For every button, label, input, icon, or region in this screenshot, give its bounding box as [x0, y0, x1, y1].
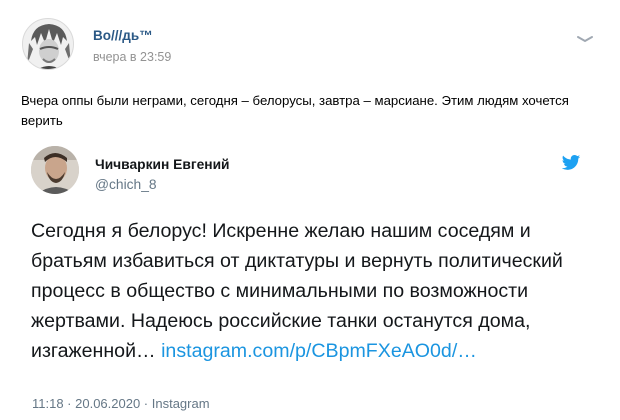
author-avatar[interactable]	[22, 18, 74, 70]
post-text: Вчера оппы были неграми, сегодня – белор…	[21, 93, 569, 128]
tweet-author-name[interactable]: Чичваркин Евгений	[95, 157, 230, 172]
more-horizontal-icon[interactable]	[576, 30, 594, 43]
twitter-bird-icon[interactable]	[561, 154, 581, 172]
post-time[interactable]: вчера в 23:59	[93, 50, 171, 64]
post-header: Во///дь™ вчера в 23:59	[22, 18, 602, 70]
embedded-tweet[interactable]: Чичваркин Евгений @chich_8 Сегодня я бел…	[21, 136, 601, 420]
tweet-text: Сегодня я белорус! Искренне желаю нашим …	[31, 216, 576, 366]
tweet-link[interactable]: instagram.com/p/CBpmFXeAO0d/…	[161, 340, 477, 362]
tweet-date[interactable]: 11:18 · 20.06.2020 · Instagram	[32, 396, 210, 411]
tweet-author-avatar[interactable]	[31, 146, 79, 194]
tweet-author-handle[interactable]: @chich_8	[95, 177, 157, 192]
post-author-name[interactable]: Во///дь™	[93, 28, 153, 43]
